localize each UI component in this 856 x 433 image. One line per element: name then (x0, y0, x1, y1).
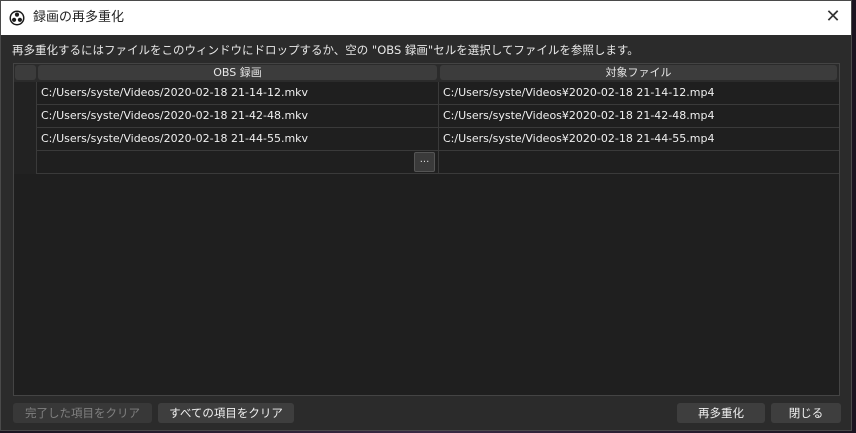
remux-table: OBS 録画 対象ファイル C:/Users/syste/Videos/2020… (13, 63, 840, 396)
table-row[interactable]: C:/Users/syste/Videos/2020-02-18 21-44-5… (14, 128, 839, 151)
table-row[interactable]: C:/Users/syste/Videos/2020-02-18 21-14-1… (14, 82, 839, 105)
source-file-cell[interactable] (38, 151, 439, 173)
remux-button[interactable]: 再多重化 (677, 403, 765, 423)
header-target-file[interactable]: 対象ファイル (440, 65, 837, 80)
remux-dialog: 録画の再多重化 ✕ 再多重化するにはファイルをこのウィンドウにドロップするか、空… (0, 0, 852, 431)
row-index (14, 128, 37, 151)
header-corner (15, 65, 36, 80)
target-file-cell[interactable]: C:/Users/syste/Videos¥2020-02-18 21-44-5… (440, 128, 839, 150)
table-row[interactable]: C:/Users/syste/Videos/2020-02-18 21-42-4… (14, 105, 839, 128)
instructions-text: 再多重化するにはファイルをこのウィンドウにドロップするか、空の "OBS 録画"… (12, 43, 639, 57)
header-obs-recording[interactable]: OBS 録画 (38, 65, 437, 80)
table-row-empty[interactable]: ... (14, 151, 839, 174)
table-header: OBS 録画 対象ファイル (14, 64, 839, 82)
browse-button[interactable]: ... (414, 152, 435, 172)
source-file-cell[interactable]: C:/Users/syste/Videos/2020-02-18 21-14-1… (38, 82, 439, 104)
target-file-cell[interactable]: C:/Users/syste/Videos¥2020-02-18 21-14-1… (440, 82, 839, 104)
source-file-cell[interactable]: C:/Users/syste/Videos/2020-02-18 21-42-4… (38, 105, 439, 127)
target-file-cell[interactable] (440, 151, 839, 173)
title-bar: 録画の再多重化 ✕ (1, 1, 851, 35)
obs-logo-icon (9, 10, 25, 26)
row-index (14, 151, 37, 174)
source-file-cell[interactable]: C:/Users/syste/Videos/2020-02-18 21-44-5… (38, 128, 439, 150)
row-index (14, 105, 37, 128)
close-button[interactable]: 閉じる (771, 403, 841, 423)
target-file-cell[interactable]: C:/Users/syste/Videos¥2020-02-18 21-42-4… (440, 105, 839, 127)
clear-all-button[interactable]: すべての項目をクリア (158, 403, 294, 423)
clear-finished-button[interactable]: 完了した項目をクリア (13, 403, 152, 423)
row-index (14, 82, 37, 105)
window-title: 録画の再多重化 (33, 10, 125, 25)
close-icon[interactable]: ✕ (821, 6, 845, 30)
